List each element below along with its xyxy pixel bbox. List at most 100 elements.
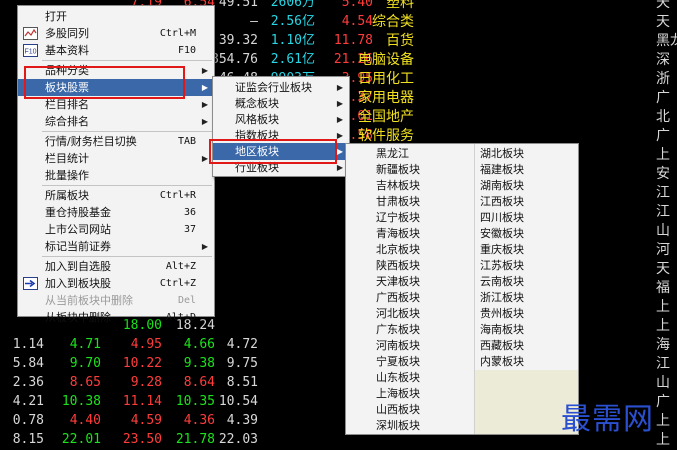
stock-cell: 2.61亿 — [270, 52, 315, 67]
stock-cell: 黑龙 — [656, 33, 677, 49]
region-menu-item[interactable]: 青海板块 — [376, 226, 420, 242]
stock-cell: 上 — [656, 318, 670, 334]
region-menu-item[interactable]: 新疆板块 — [376, 162, 420, 178]
menu-item[interactable]: 标记当前证券 ▶ — [18, 238, 214, 255]
watermark-logo: 最需网 — [561, 402, 654, 437]
menu-item-label: 重仓持股基金 — [45, 206, 111, 219]
region-menu-item[interactable]: 贵州板块 — [480, 306, 524, 322]
menu-item-label: 上市公司网站 — [45, 223, 111, 236]
region-menu-item[interactable]: 广东板块 — [376, 322, 420, 338]
stock-cell: 上 — [656, 147, 670, 163]
menu-item-label: 概念板块 — [235, 97, 279, 110]
stock-cell — [257, 297, 315, 317]
menu-item[interactable]: 上市公司网站 37 — [18, 221, 214, 238]
stock-cell: 北 — [656, 109, 670, 125]
region-menu-item[interactable]: 江苏板块 — [480, 258, 524, 274]
menu-item[interactable]: F10 基本资料 F10 — [18, 42, 214, 59]
stock-cell — [208, 297, 258, 317]
region-menu-item[interactable]: 西藏板块 — [480, 338, 524, 354]
menu-item[interactable]: 综合排名 ▶ — [18, 113, 214, 130]
region-menu-item[interactable]: 福建板块 — [480, 162, 524, 178]
region-menu-item[interactable]: 河南板块 — [376, 338, 420, 354]
region-menu-item[interactable]: 甘肃板块 — [376, 194, 420, 210]
stock-cell: 电脑设备 — [358, 52, 414, 68]
menu-item[interactable]: 栏目统计 ▶ — [18, 150, 214, 167]
region-menu-item[interactable]: 北京板块 — [376, 242, 420, 258]
region-menu-item[interactable]: 广西板块 — [376, 290, 420, 306]
stock-cell: 11.14 — [122, 394, 162, 409]
stock-cell: 2.36 — [12, 375, 44, 390]
menu-item-label: 标记当前证券 — [45, 240, 111, 253]
menu-item-label: 加入到自选股 — [45, 260, 111, 273]
menu-item[interactable]: 打开 — [18, 8, 214, 25]
region-menu-item[interactable]: 四川板块 — [480, 210, 524, 226]
stock-cell: 广 — [656, 394, 670, 410]
stock-cell — [257, 373, 315, 393]
menu-item-shortcut: Alt+D — [165, 312, 196, 323]
stock-cell: 综合类 — [372, 14, 414, 30]
stock-cell: 4.40 — [69, 413, 101, 428]
region-menu-item[interactable]: 海南板块 — [480, 322, 524, 338]
sector-menu-item[interactable]: 证监会行业板块 ▶ — [213, 79, 349, 96]
region-menu-item[interactable]: 深圳板块 — [376, 418, 420, 434]
highlight-box-region-sector — [209, 139, 337, 164]
menu-item[interactable]: 行情/财务栏目切换 TAB — [18, 133, 214, 150]
menu-item[interactable]: 从板块中删除 Alt+D — [18, 309, 214, 326]
stock-cell: 4.95 — [130, 337, 162, 352]
region-menu-item[interactable]: 吉林板块 — [376, 178, 420, 194]
region-menu-item[interactable]: 黑龙江 — [376, 146, 409, 162]
stock-cell: 1.10亿 — [270, 33, 315, 48]
menu-item[interactable]: 加入到板块股 Ctrl+Z — [18, 275, 214, 292]
stock-cell: 4.39 — [226, 413, 258, 428]
region-menu-item[interactable]: 陕西板块 — [376, 258, 420, 274]
region-menu-item[interactable]: 重庆板块 — [480, 242, 524, 258]
region-submenu: 黑龙江 新疆板块 吉林板块 甘肃板块 辽宁板块 青海板块 北京板块 陕西板块 天津板块 广西板块河… — [345, 143, 579, 435]
region-menu-item[interactable]: 湖南板块 — [480, 178, 524, 194]
menu-item[interactable]: 重仓持股基金 36 — [18, 204, 214, 221]
region-menu-item[interactable]: 山东板块 — [376, 370, 420, 386]
stock-cell: 4.59 — [130, 413, 162, 428]
stock-cell: 福 — [656, 280, 670, 296]
menu-item[interactable]: 从当前板块中删除 Del — [18, 292, 214, 309]
menu-item-label: 栏目统计 — [45, 152, 89, 165]
region-menu-item[interactable]: 云南板块 — [480, 274, 524, 290]
menu-separator — [42, 256, 212, 257]
stock-cell — [208, 278, 258, 298]
stock-cell: 9.70 — [69, 356, 101, 371]
stock-cell: 8.65 — [69, 375, 101, 390]
region-menu-item[interactable]: 湖北板块 — [480, 146, 524, 162]
stock-cell: 22.01 — [61, 432, 101, 447]
region-menu-item[interactable]: 江西板块 — [480, 194, 524, 210]
menu-item-shortcut: 36 — [183, 207, 196, 218]
stock-cell: 天 — [656, 14, 670, 30]
sector-menu-item[interactable]: 概念板块 ▶ — [213, 95, 349, 112]
stock-cell — [257, 183, 315, 203]
stock-cell — [257, 259, 315, 279]
submenu-arrow-icon: ▶ — [201, 242, 208, 251]
menu-item[interactable]: 所属板块 Ctrl+R — [18, 187, 214, 204]
stock-cell: 10.38 — [61, 394, 101, 409]
region-menu-item[interactable]: 浙江板块 — [480, 290, 524, 306]
submenu-arrow-icon: ▶ — [201, 83, 208, 92]
menu-item[interactable]: 加入到自选股 Alt+Z — [18, 258, 214, 275]
region-menu-item[interactable]: 上海板块 — [376, 386, 420, 402]
menu-item-label: 打开 — [45, 10, 67, 23]
region-menu-item[interactable]: 内蒙板块 — [480, 354, 524, 370]
region-menu-item[interactable]: 辽宁板块 — [376, 210, 420, 226]
region-menu-item[interactable]: 河北板块 — [376, 306, 420, 322]
wave-icon — [23, 27, 38, 40]
menu-item[interactable]: 批量操作 — [18, 167, 214, 184]
region-menu-item[interactable]: 天津板块 — [376, 274, 420, 290]
stock-cell — [257, 240, 315, 260]
stock-cell — [257, 335, 315, 355]
region-menu-item[interactable]: 宁夏板块 — [376, 354, 420, 370]
sector-menu-item[interactable]: 风格板块 ▶ — [213, 111, 349, 128]
region-menu-item[interactable]: 安徽板块 — [480, 226, 524, 242]
menu-item-label: 从当前板块中删除 — [45, 294, 133, 307]
region-menu-item[interactable]: 山西板块 — [376, 402, 420, 418]
menu-item[interactable]: 多股同列 Ctrl+M — [18, 25, 214, 42]
submenu-arrow-icon: ▶ — [336, 115, 343, 124]
submenu-arrow-icon: ▶ — [336, 83, 343, 92]
submenu-arrow-icon: ▶ — [336, 147, 343, 156]
menu-item-label: 行情/财务栏目切换 — [45, 135, 137, 148]
